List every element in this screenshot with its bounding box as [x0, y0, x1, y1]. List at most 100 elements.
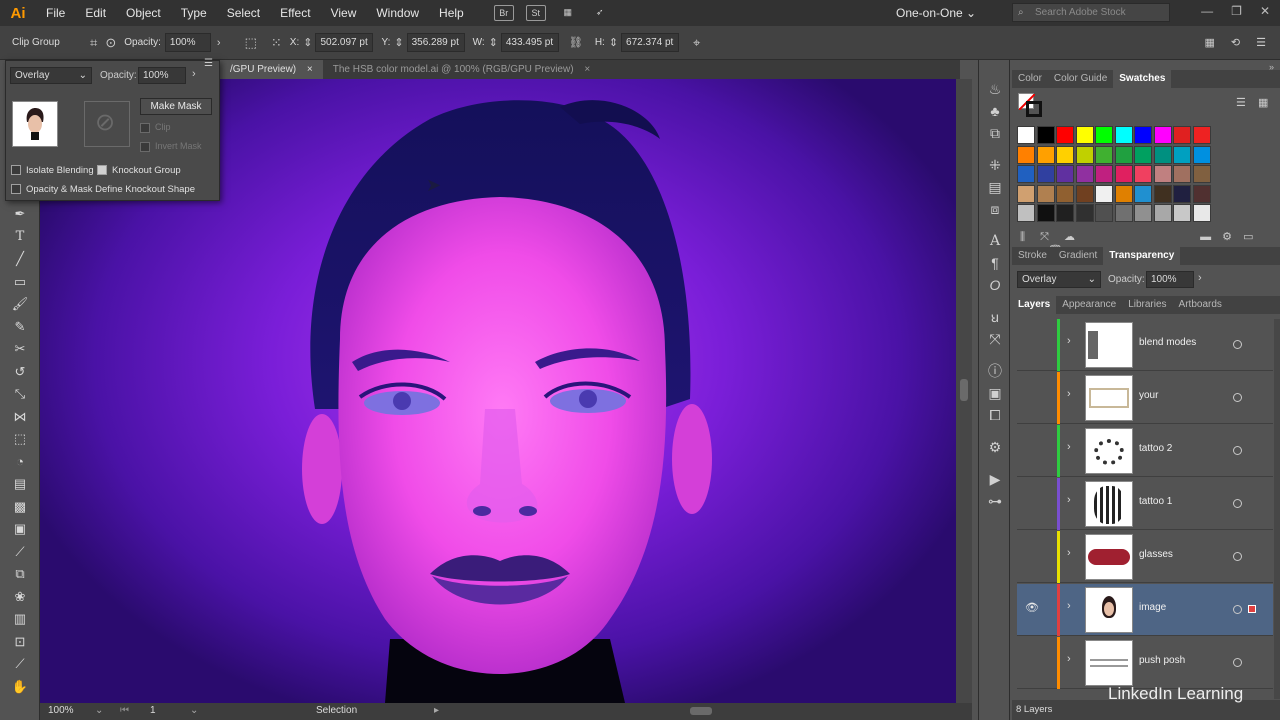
artboard-chevron-icon[interactable]: ⌄	[190, 705, 198, 716]
tab-close-icon[interactable]: ×	[307, 64, 313, 75]
color-swatch[interactable]	[1173, 165, 1191, 183]
expand-arrow-icon[interactable]: ›	[1067, 600, 1071, 612]
align-panel-icon[interactable]: ▦	[1205, 36, 1215, 49]
zoom-level[interactable]: 100%	[48, 705, 74, 716]
expand-arrow-icon[interactable]: ›	[1067, 388, 1071, 400]
stock-search-input[interactable]: ⌕ Search Adobe Stock	[1012, 3, 1170, 22]
links-icon[interactable]: ⧠	[979, 404, 1011, 426]
shaper-tool-icon[interactable]: ✎	[0, 316, 40, 339]
color-swatch[interactable]	[1056, 165, 1074, 183]
artboard-tool-icon[interactable]: ⊡	[0, 631, 40, 654]
color-swatch[interactable]	[1095, 165, 1113, 183]
knockout-group-checkbox[interactable]: Knockout Group	[97, 165, 181, 176]
layer-name[interactable]: tattoo 1	[1139, 496, 1172, 507]
tab-swatches[interactable]: Swatches	[1113, 70, 1172, 88]
constrain-proportions-icon[interactable]: ⛓	[569, 36, 583, 49]
shape-builder-tool-icon[interactable]: ◔	[0, 451, 40, 474]
chevron-right-icon[interactable]: ›	[192, 68, 196, 80]
menu-effect[interactable]: Effect	[270, 6, 320, 20]
color-swatch[interactable]	[1036, 204, 1055, 222]
menu-window[interactable]: Window	[366, 6, 429, 20]
chevron-right-icon[interactable]: ›	[217, 37, 221, 49]
transform-icon[interactable]: ⌖	[693, 35, 700, 51]
menu-help[interactable]: Help	[429, 6, 474, 20]
color-swatch[interactable]	[1056, 126, 1074, 144]
expand-arrow-icon[interactable]: ›	[1067, 335, 1071, 347]
tab-stroke[interactable]: Stroke	[1012, 247, 1053, 265]
layer-target-icon[interactable]	[1233, 552, 1242, 561]
expand-arrow-icon[interactable]: ›	[1067, 653, 1071, 665]
zoom-chevron-icon[interactable]: ⌄	[95, 705, 103, 716]
glyphs-icon[interactable]: ꞟ	[979, 306, 1011, 328]
hand-tool-icon[interactable]: ✋	[0, 676, 40, 699]
horizontal-scroll-thumb[interactable]	[690, 707, 712, 715]
align-icon[interactable]: ⬚	[245, 35, 257, 51]
layer-row[interactable]: › blend modes	[1017, 319, 1273, 371]
graphic-styles-icon[interactable]: ⧉	[979, 122, 1011, 144]
color-swatch[interactable]	[1192, 165, 1211, 183]
color-swatch[interactable]	[1036, 126, 1055, 144]
tab-transparency[interactable]: Transparency	[1103, 247, 1181, 265]
color-swatch[interactable]	[1114, 184, 1133, 203]
color-swatch[interactable]	[1192, 204, 1211, 222]
expand-arrow-icon[interactable]: ›	[1067, 494, 1071, 506]
visibility-eye-icon[interactable]: 👁	[1025, 601, 1039, 614]
layer-row[interactable]: › tattoo 2	[1017, 425, 1273, 477]
color-swatch[interactable]	[1114, 126, 1133, 144]
color-swatch[interactable]	[1017, 165, 1035, 183]
w-stepper-icon[interactable]: ⇕	[489, 36, 498, 49]
settings-gear-icon[interactable]: ⚙	[979, 436, 1011, 458]
symbols-icon[interactable]: ♣	[979, 100, 1011, 122]
menu-select[interactable]: Select	[217, 6, 270, 20]
tab-active-document[interactable]: /GPU Preview) ×	[220, 60, 323, 79]
color-swatch[interactable]	[1095, 145, 1113, 164]
place-swatches-icon[interactable]: ⤧	[1040, 231, 1049, 243]
info-icon[interactable]: ⓘ	[979, 360, 1011, 382]
document-info-icon[interactable]: ▣	[979, 382, 1011, 404]
layer-row[interactable]: › push posh	[1017, 637, 1273, 689]
expand-arrow-icon[interactable]: ›	[1067, 547, 1071, 559]
transparency-opacity-field[interactable]: 100%	[1146, 271, 1194, 288]
vertical-scrollbar[interactable]	[956, 79, 972, 703]
color-swatch[interactable]	[1095, 184, 1113, 203]
tab-color-guide[interactable]: Color Guide	[1048, 70, 1113, 88]
layer-target-icon[interactable]	[1233, 446, 1242, 455]
menu-file[interactable]: File	[36, 6, 75, 20]
tab-gradient[interactable]: Gradient	[1053, 247, 1103, 265]
slice-tool-icon[interactable]: ⟋	[0, 653, 40, 676]
color-swatch[interactable]	[1075, 184, 1094, 203]
rectangle-tool-icon[interactable]: ▭	[0, 271, 40, 294]
color-swatch[interactable]	[1095, 126, 1113, 144]
tab-appearance[interactable]: Appearance	[1056, 296, 1122, 314]
blend-mode-select[interactable]: Overlay ⌄	[1017, 271, 1101, 288]
menu-object[interactable]: Object	[116, 6, 171, 20]
perspective-grid-tool-icon[interactable]: ▤	[0, 473, 40, 496]
panel-menu-icon[interactable]: ☰	[1256, 36, 1266, 49]
color-swatch[interactable]	[1134, 204, 1152, 222]
close-icon[interactable]: ✕	[1260, 4, 1270, 18]
character-icon[interactable]: A	[979, 230, 1011, 252]
scale-tool-icon[interactable]: ⤡	[0, 383, 40, 406]
color-swatch[interactable]	[1036, 184, 1055, 203]
color-swatch[interactable]	[1153, 204, 1172, 222]
artboard-nav-first-icon[interactable]: ⏮	[120, 705, 129, 716]
y-stepper-icon[interactable]: ⇕	[394, 36, 403, 49]
swatch-options-icon[interactable]: ⚙	[1222, 231, 1232, 243]
flyout-blend-mode-select[interactable]: Overlay ⌄	[10, 67, 92, 84]
symbol-sprayer-tool-icon[interactable]: ❀	[0, 586, 40, 609]
flyout-opacity-field[interactable]: 100%	[138, 67, 186, 84]
color-swatch[interactable]	[1114, 165, 1133, 183]
transform-side-icon[interactable]: ⤧	[979, 328, 1011, 350]
workspace-switcher[interactable]: One-on-One ⌄	[896, 3, 996, 23]
clip-checkbox[interactable]: Clip	[140, 122, 171, 133]
color-swatch[interactable]	[1017, 184, 1035, 203]
layer-row[interactable]: › glasses	[1017, 531, 1273, 583]
menu-type[interactable]: Type	[171, 6, 217, 20]
free-transform-tool-icon[interactable]: ⬚	[0, 428, 40, 451]
color-swatch[interactable]	[1056, 184, 1074, 203]
tab-libraries[interactable]: Libraries	[1122, 296, 1172, 314]
color-swatch[interactable]	[1114, 145, 1133, 164]
color-swatch[interactable]	[1173, 145, 1191, 164]
mask-placeholder[interactable]: ⊘	[84, 101, 130, 147]
cloud-icon[interactable]: ☁	[1064, 231, 1075, 243]
